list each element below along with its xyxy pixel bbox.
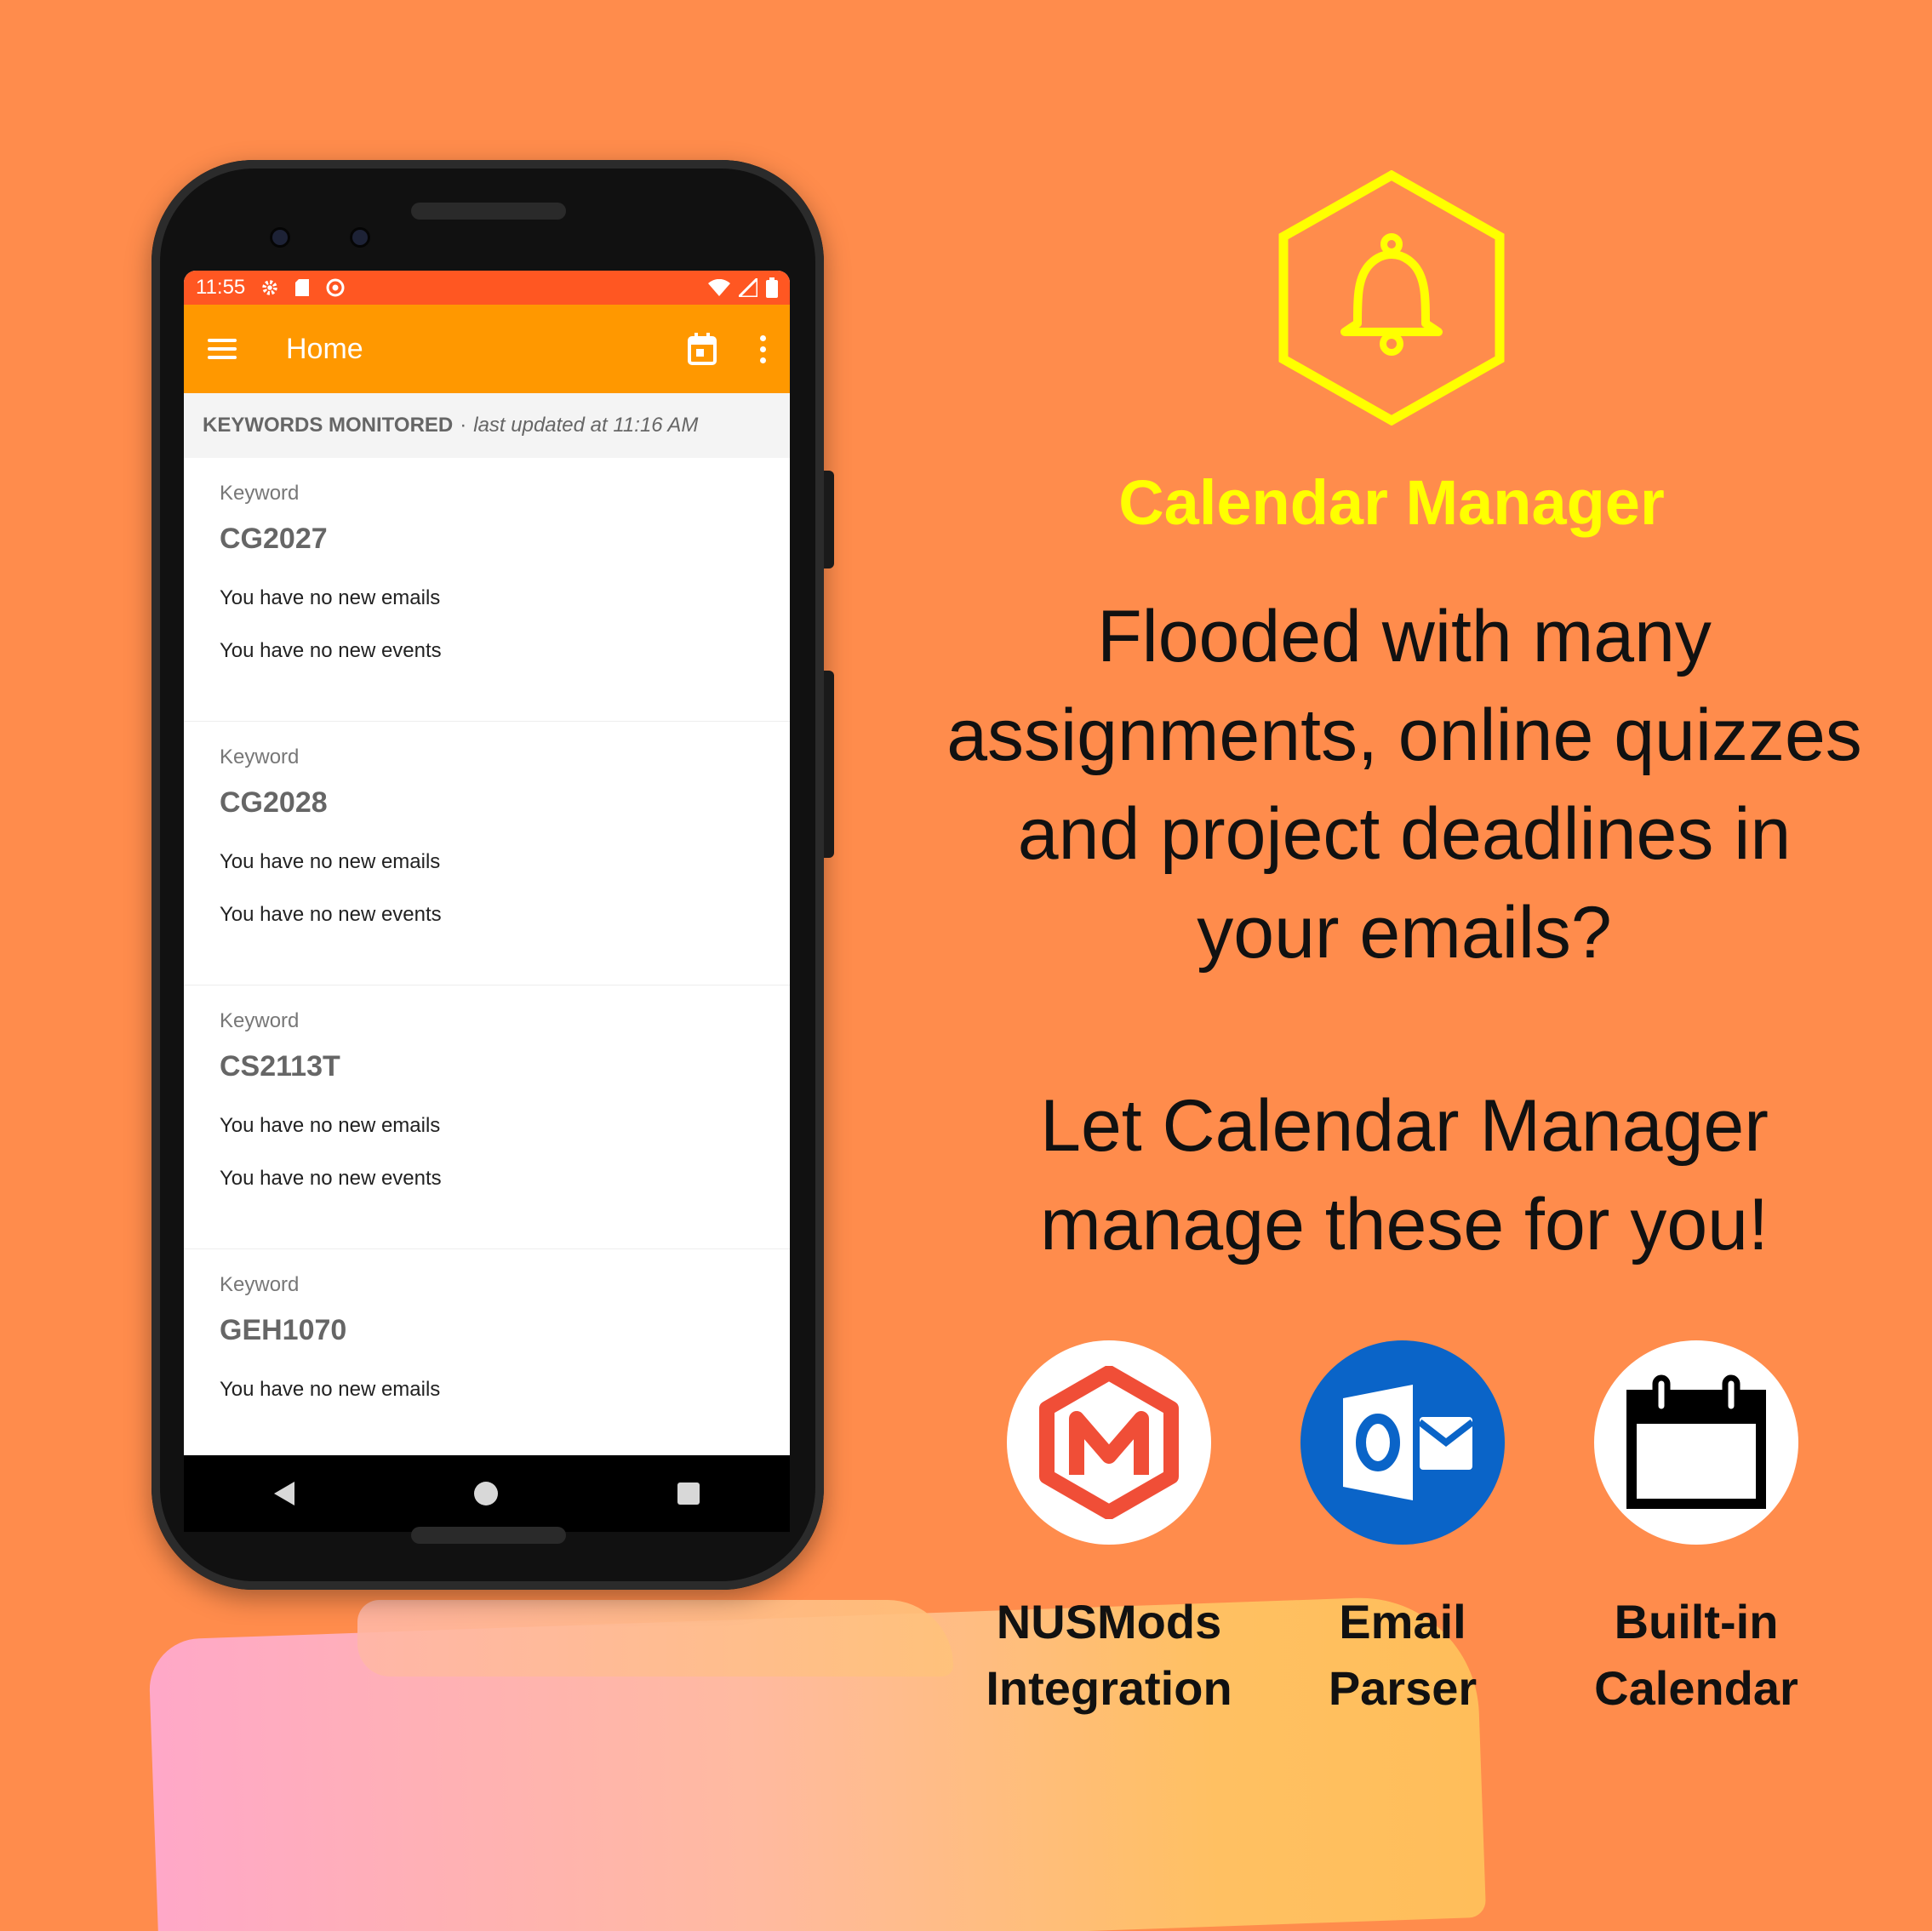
phone-screen: 11:55 Home KEYWORDS MONITORED · last upd… [184,271,790,1455]
phone-earpiece [411,203,566,220]
pitch-line: your emails? [1197,892,1612,974]
feature-label-line: Parser [1328,1661,1478,1715]
keyword-value: CG2028 [220,786,328,819]
feature-label: NUSMods Integration [956,1589,1262,1722]
wifi-icon [708,279,730,296]
android-nav-bar [184,1455,790,1532]
pitch-line: Flooded with many [1097,596,1712,677]
cta-line: Let Calendar Manager [1040,1085,1769,1167]
call-to-action: Let Calendar Manager manage these for yo… [919,1077,1889,1274]
recents-icon[interactable] [677,1483,700,1505]
sd-card-icon [295,279,310,296]
feature-email-parser: Email Parser [1249,1340,1556,1722]
feature-label-line: Built-in [1614,1595,1779,1648]
app-bar: Home [184,305,790,393]
gear-icon [262,280,277,295]
battery-icon [766,277,778,298]
keyword-label: Keyword [220,1009,300,1032]
keyword-label: Keyword [220,482,300,505]
keyword-value: CS2113T [220,1050,340,1083]
emails-status: You have no new emails [220,850,441,873]
promo-canvas: 11:55 Home KEYWORDS MONITORED · last upd… [0,0,1932,1931]
bell-icon [1278,170,1505,426]
page-title: Home [286,332,363,365]
feature-icon-circle [1594,1340,1798,1545]
feature-calendar: Built-in Calendar [1543,1340,1849,1722]
feature-icon-circle [1300,1340,1505,1545]
phone-power-button [824,471,834,568]
nusmods-logo-icon [1039,1366,1179,1519]
feature-label-line: NUSMods [996,1595,1222,1648]
pitch-line: assignments, online quizzes [946,694,1862,776]
keywords-section-header: KEYWORDS MONITORED · last updated at 11:… [184,393,790,458]
feature-label-line: Email [1339,1595,1466,1648]
keyword-label: Keyword [220,746,300,768]
feature-label-line: Calendar [1594,1661,1798,1715]
events-status: You have no new events [220,639,442,662]
keyword-card[interactable]: Keyword CS2113T You have no new emails Y… [184,985,790,1249]
emails-status: You have no new emails [220,1114,441,1137]
status-time: 11:55 [196,276,246,299]
phone-volume-button [824,671,834,858]
phone-mockup: 11:55 Home KEYWORDS MONITORED · last upd… [151,160,834,1590]
feature-label: Built-in Calendar [1543,1589,1849,1722]
emails-status: You have no new emails [220,1378,441,1401]
calendar-icon[interactable] [687,333,717,365]
calendar-icon [1626,1374,1766,1509]
app-name: Calendar Manager [1118,467,1665,538]
cta-line: manage these for you! [1040,1184,1769,1265]
status-bar: 11:55 [184,271,790,305]
phone-front-camera [352,230,368,245]
feature-label: Email Parser [1249,1589,1556,1722]
emails-status: You have no new emails [220,586,441,609]
feature-nusmods: NUSMods Integration [956,1340,1262,1722]
more-vert-icon[interactable] [760,334,766,363]
hamburger-icon[interactable] [208,339,237,359]
keyword-value: GEH1070 [220,1314,347,1346]
signal-icon [739,278,757,297]
pitch-line: and project deadlines in [1017,793,1792,875]
section-title: KEYWORDS MONITORED [203,414,454,437]
outlook-icon [1343,1385,1475,1500]
phone-sensor [272,230,288,245]
feature-icon-circle [1007,1340,1211,1545]
back-icon[interactable] [273,1482,294,1505]
sync-icon [326,278,345,297]
keyword-card[interactable]: Keyword GEH1070 You have no new emails [184,1249,790,1455]
pitch-question: Flooded with many assignments, online qu… [919,587,1889,982]
paint-stroke-highlight [357,1600,953,1677]
last-updated: last updated at 11:16 AM [473,414,699,437]
keyword-label: Keyword [220,1273,300,1296]
feature-label-line: Integration [986,1661,1232,1715]
section-separator: · [460,414,467,437]
keyword-card[interactable]: Keyword CG2028 You have no new emails Yo… [184,722,790,985]
keyword-value: CG2027 [220,523,328,555]
events-status: You have no new events [220,1167,442,1190]
events-status: You have no new events [220,903,442,926]
home-icon[interactable] [473,1482,498,1505]
phone-bottom-speaker [411,1527,566,1544]
keyword-card[interactable]: Keyword CG2027 You have no new emails Yo… [184,458,790,722]
